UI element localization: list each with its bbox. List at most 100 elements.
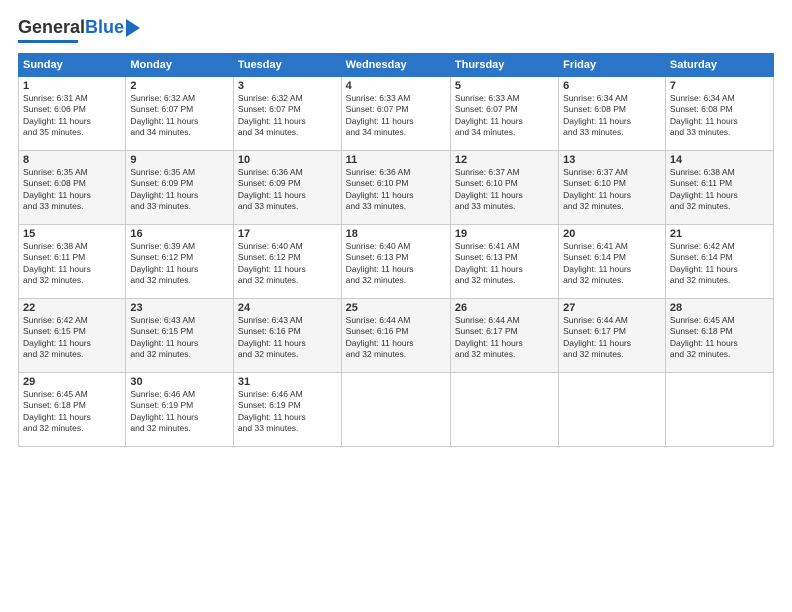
calendar-cell: 16Sunrise: 6:39 AM Sunset: 6:12 PM Dayli… xyxy=(126,224,234,298)
day-number: 16 xyxy=(130,228,229,240)
calendar-cell: 31Sunrise: 6:46 AM Sunset: 6:19 PM Dayli… xyxy=(233,372,341,446)
calendar-cell: 1Sunrise: 6:31 AM Sunset: 6:06 PM Daylig… xyxy=(19,76,126,150)
day-info: Sunrise: 6:40 AM Sunset: 6:13 PM Dayligh… xyxy=(346,241,446,287)
day-info: Sunrise: 6:38 AM Sunset: 6:11 PM Dayligh… xyxy=(23,241,121,287)
day-info: Sunrise: 6:31 AM Sunset: 6:06 PM Dayligh… xyxy=(23,93,121,139)
day-info: Sunrise: 6:33 AM Sunset: 6:07 PM Dayligh… xyxy=(346,93,446,139)
day-number: 26 xyxy=(455,302,554,314)
day-info: Sunrise: 6:39 AM Sunset: 6:12 PM Dayligh… xyxy=(130,241,229,287)
day-info: Sunrise: 6:38 AM Sunset: 6:11 PM Dayligh… xyxy=(670,167,769,213)
calendar-cell: 24Sunrise: 6:43 AM Sunset: 6:16 PM Dayli… xyxy=(233,298,341,372)
calendar-cell: 14Sunrise: 6:38 AM Sunset: 6:11 PM Dayli… xyxy=(665,150,773,224)
calendar-cell: 18Sunrise: 6:40 AM Sunset: 6:13 PM Dayli… xyxy=(341,224,450,298)
calendar-cell: 28Sunrise: 6:45 AM Sunset: 6:18 PM Dayli… xyxy=(665,298,773,372)
calendar-cell: 4Sunrise: 6:33 AM Sunset: 6:07 PM Daylig… xyxy=(341,76,450,150)
logo-arrow-icon xyxy=(126,19,140,37)
day-info: Sunrise: 6:44 AM Sunset: 6:16 PM Dayligh… xyxy=(346,315,446,361)
day-number: 23 xyxy=(130,302,229,314)
weekday-header-sunday: Sunday xyxy=(19,53,126,76)
day-info: Sunrise: 6:33 AM Sunset: 6:07 PM Dayligh… xyxy=(455,93,554,139)
day-number: 24 xyxy=(238,302,337,314)
day-info: Sunrise: 6:44 AM Sunset: 6:17 PM Dayligh… xyxy=(455,315,554,361)
calendar-week-row: 29Sunrise: 6:45 AM Sunset: 6:18 PM Dayli… xyxy=(19,372,774,446)
day-info: Sunrise: 6:45 AM Sunset: 6:18 PM Dayligh… xyxy=(23,389,121,435)
day-number: 11 xyxy=(346,154,446,166)
logo-general: General xyxy=(18,17,85,37)
calendar-cell: 3Sunrise: 6:32 AM Sunset: 6:07 PM Daylig… xyxy=(233,76,341,150)
day-number: 12 xyxy=(455,154,554,166)
day-number: 10 xyxy=(238,154,337,166)
day-info: Sunrise: 6:34 AM Sunset: 6:08 PM Dayligh… xyxy=(670,93,769,139)
day-number: 7 xyxy=(670,80,769,92)
calendar-cell: 27Sunrise: 6:44 AM Sunset: 6:17 PM Dayli… xyxy=(559,298,666,372)
logo-underline xyxy=(18,40,78,43)
calendar-cell: 8Sunrise: 6:35 AM Sunset: 6:08 PM Daylig… xyxy=(19,150,126,224)
day-info: Sunrise: 6:42 AM Sunset: 6:15 PM Dayligh… xyxy=(23,315,121,361)
day-number: 20 xyxy=(563,228,661,240)
day-info: Sunrise: 6:37 AM Sunset: 6:10 PM Dayligh… xyxy=(455,167,554,213)
day-info: Sunrise: 6:36 AM Sunset: 6:10 PM Dayligh… xyxy=(346,167,446,213)
weekday-header-saturday: Saturday xyxy=(665,53,773,76)
weekday-header-friday: Friday xyxy=(559,53,666,76)
calendar-header: SundayMondayTuesdayWednesdayThursdayFrid… xyxy=(19,53,774,76)
day-number: 5 xyxy=(455,80,554,92)
day-info: Sunrise: 6:41 AM Sunset: 6:14 PM Dayligh… xyxy=(563,241,661,287)
calendar-cell: 19Sunrise: 6:41 AM Sunset: 6:13 PM Dayli… xyxy=(450,224,558,298)
calendar-cell: 30Sunrise: 6:46 AM Sunset: 6:19 PM Dayli… xyxy=(126,372,234,446)
calendar-cell: 17Sunrise: 6:40 AM Sunset: 6:12 PM Dayli… xyxy=(233,224,341,298)
logo: GeneralBlue xyxy=(18,18,140,43)
day-number: 14 xyxy=(670,154,769,166)
calendar-cell: 15Sunrise: 6:38 AM Sunset: 6:11 PM Dayli… xyxy=(19,224,126,298)
day-number: 30 xyxy=(130,376,229,388)
day-info: Sunrise: 6:43 AM Sunset: 6:16 PM Dayligh… xyxy=(238,315,337,361)
day-number: 2 xyxy=(130,80,229,92)
calendar-cell: 9Sunrise: 6:35 AM Sunset: 6:09 PM Daylig… xyxy=(126,150,234,224)
calendar-page: GeneralBlue SundayMondayTuesdayWednesday… xyxy=(0,0,792,612)
day-number: 22 xyxy=(23,302,121,314)
day-info: Sunrise: 6:41 AM Sunset: 6:13 PM Dayligh… xyxy=(455,241,554,287)
day-number: 17 xyxy=(238,228,337,240)
calendar-week-row: 1Sunrise: 6:31 AM Sunset: 6:06 PM Daylig… xyxy=(19,76,774,150)
calendar-cell: 21Sunrise: 6:42 AM Sunset: 6:14 PM Dayli… xyxy=(665,224,773,298)
day-number: 31 xyxy=(238,376,337,388)
logo-blue: Blue xyxy=(85,17,124,37)
day-number: 19 xyxy=(455,228,554,240)
day-number: 9 xyxy=(130,154,229,166)
calendar-cell xyxy=(559,372,666,446)
day-info: Sunrise: 6:34 AM Sunset: 6:08 PM Dayligh… xyxy=(563,93,661,139)
calendar-cell: 22Sunrise: 6:42 AM Sunset: 6:15 PM Dayli… xyxy=(19,298,126,372)
day-info: Sunrise: 6:35 AM Sunset: 6:09 PM Dayligh… xyxy=(130,167,229,213)
calendar-cell xyxy=(665,372,773,446)
calendar-cell: 11Sunrise: 6:36 AM Sunset: 6:10 PM Dayli… xyxy=(341,150,450,224)
day-number: 6 xyxy=(563,80,661,92)
header: GeneralBlue xyxy=(18,18,774,43)
day-number: 28 xyxy=(670,302,769,314)
day-number: 1 xyxy=(23,80,121,92)
calendar-cell: 29Sunrise: 6:45 AM Sunset: 6:18 PM Dayli… xyxy=(19,372,126,446)
day-number: 15 xyxy=(23,228,121,240)
day-number: 13 xyxy=(563,154,661,166)
calendar-cell: 7Sunrise: 6:34 AM Sunset: 6:08 PM Daylig… xyxy=(665,76,773,150)
calendar-cell: 5Sunrise: 6:33 AM Sunset: 6:07 PM Daylig… xyxy=(450,76,558,150)
day-info: Sunrise: 6:36 AM Sunset: 6:09 PM Dayligh… xyxy=(238,167,337,213)
day-info: Sunrise: 6:46 AM Sunset: 6:19 PM Dayligh… xyxy=(130,389,229,435)
day-info: Sunrise: 6:43 AM Sunset: 6:15 PM Dayligh… xyxy=(130,315,229,361)
calendar-cell xyxy=(450,372,558,446)
calendar-cell: 10Sunrise: 6:36 AM Sunset: 6:09 PM Dayli… xyxy=(233,150,341,224)
day-number: 18 xyxy=(346,228,446,240)
day-info: Sunrise: 6:35 AM Sunset: 6:08 PM Dayligh… xyxy=(23,167,121,213)
day-info: Sunrise: 6:32 AM Sunset: 6:07 PM Dayligh… xyxy=(130,93,229,139)
weekday-header-monday: Monday xyxy=(126,53,234,76)
day-info: Sunrise: 6:45 AM Sunset: 6:18 PM Dayligh… xyxy=(670,315,769,361)
day-info: Sunrise: 6:42 AM Sunset: 6:14 PM Dayligh… xyxy=(670,241,769,287)
day-number: 27 xyxy=(563,302,661,314)
calendar-cell: 13Sunrise: 6:37 AM Sunset: 6:10 PM Dayli… xyxy=(559,150,666,224)
calendar-cell: 2Sunrise: 6:32 AM Sunset: 6:07 PM Daylig… xyxy=(126,76,234,150)
weekday-header-thursday: Thursday xyxy=(450,53,558,76)
weekday-header-wednesday: Wednesday xyxy=(341,53,450,76)
calendar-cell: 26Sunrise: 6:44 AM Sunset: 6:17 PM Dayli… xyxy=(450,298,558,372)
calendar-table: SundayMondayTuesdayWednesdayThursdayFrid… xyxy=(18,53,774,447)
day-info: Sunrise: 6:40 AM Sunset: 6:12 PM Dayligh… xyxy=(238,241,337,287)
day-number: 29 xyxy=(23,376,121,388)
day-number: 8 xyxy=(23,154,121,166)
